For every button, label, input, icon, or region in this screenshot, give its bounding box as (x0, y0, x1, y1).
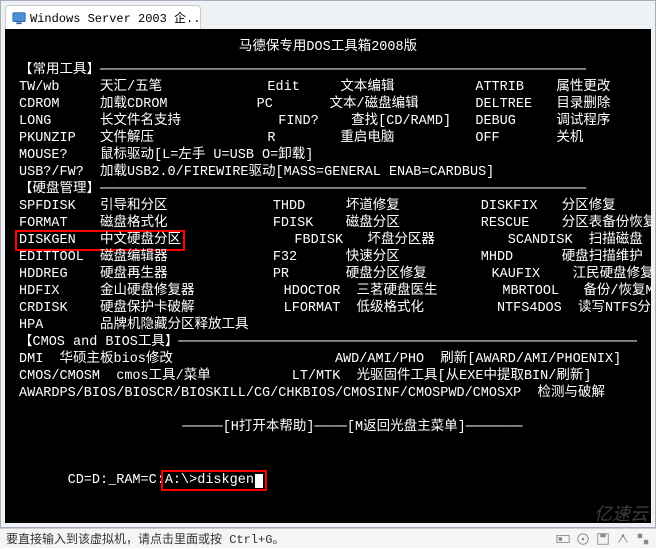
vm-window: Windows Server 2003 企... 马德保专用DOS工具箱2008… (0, 0, 656, 528)
status-icons (556, 532, 650, 546)
menu-row[interactable]: HDDREG 硬盘再生器 PR 硬盘分区修复 KAUFIX 江民硬盘修复 (19, 266, 637, 283)
menu-row[interactable]: LONG 长文件名支持 FIND? 查找[CD/RAMD] DEBUG 调试程序 (19, 113, 637, 130)
status-bar: 要直接输入到该虚拟机，请点击里面或按 Ctrl+G。 (0, 528, 656, 548)
menu-row[interactable]: AWARDPS/BIOS/BIOSCR/BIOSKILL/CG/CHKBIOS/… (19, 385, 637, 402)
menu-row[interactable]: TW/wb 天汇/五笔 Edit 文本编辑 ATTRIB 属性更改 (19, 79, 637, 96)
status-text: 要直接输入到该虚拟机，请点击里面或按 Ctrl+G。 (6, 530, 284, 547)
section-header: 【CMOS and BIOS工具】───────────────────────… (19, 334, 637, 351)
prompt-line[interactable]: CD=D:_RAM=C:A:\>diskgen (19, 455, 637, 506)
bottom-hints: ─────[H打开本帮助]────[M返回光盘主菜单]─────── (19, 402, 637, 453)
tab-active[interactable]: Windows Server 2003 企... (5, 5, 201, 29)
floppy-icon[interactable] (596, 532, 610, 546)
section-header: 【硬盘管理】──────────────────────────────────… (19, 181, 637, 198)
menu-row[interactable]: EDITTOOL 磁盘编辑器 F32 快速分区 MHDD 硬盘扫描维护 (19, 249, 637, 266)
menu-row[interactable]: CMOS/CMOSM cmos工具/菜单 LT/MTK 光驱固件工具[从EXE中… (19, 368, 637, 385)
menu-row[interactable]: USB?/FW? 加载USB2.0/FIREWIRE驱动[MASS=GENERA… (19, 164, 637, 181)
tab-bar: Windows Server 2003 企... (1, 1, 655, 29)
menu-row[interactable]: DISKGEN 中文硬盘分区 FBDISK 坏盘分区器 SCANDISK 扫描磁… (19, 232, 637, 249)
console-body: 【常用工具】──────────────────────────────────… (19, 62, 637, 402)
menu-row[interactable]: HPA 品牌机隐藏分区释放工具 (19, 317, 637, 334)
cd-icon[interactable] (576, 532, 590, 546)
tab-title: Windows Server 2003 企... (30, 9, 201, 26)
device-icon[interactable] (556, 532, 570, 546)
settings-icon[interactable] (636, 532, 650, 546)
menu-row[interactable]: PKUNZIP 文件解压 R 重启电脑 OFF 关机 (19, 130, 637, 147)
console-title: 马德保专用DOS工具箱2008版 (19, 39, 637, 56)
section-header: 【常用工具】──────────────────────────────────… (19, 62, 637, 79)
menu-row[interactable]: CDROM 加载CDROM PC 文本/磁盘编辑 DELTREE 目录删除 (19, 96, 637, 113)
menu-row[interactable]: MOUSE? 鼠标驱动[L=左手 U=USB O=卸载] (19, 147, 637, 164)
menu-row[interactable]: HDFIX 金山硬盘修复器 HDOCTOR 三茗硬盘医生 MBRTOOL 备份/… (19, 283, 637, 300)
menu-row[interactable]: DMI 华硕主板bios修改 AWD/AMI/PHO 刷新[AWARD/AMI/… (19, 351, 637, 368)
menu-row[interactable]: SPFDISK 引导和分区 THDD 坏道修复 DISKFIX 分区修复 (19, 198, 637, 215)
highlight-diskgen: DISKGEN 中文硬盘分区 (15, 230, 185, 251)
vm-icon (12, 11, 26, 25)
network-icon[interactable] (616, 532, 630, 546)
cursor (255, 474, 263, 488)
menu-row[interactable]: CRDISK 硬盘保护卡破解 LFORMAT 低级格式化 NTFS4DOS 读写… (19, 300, 637, 317)
dos-console[interactable]: 马德保专用DOS工具箱2008版 【常用工具】─────────────────… (5, 29, 651, 523)
